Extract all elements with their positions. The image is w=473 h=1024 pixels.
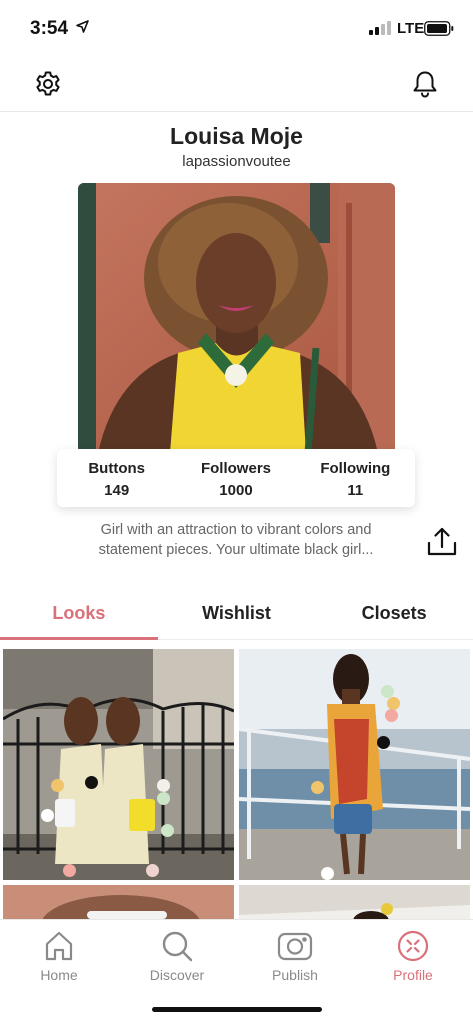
tag-dot[interactable] <box>146 864 159 877</box>
tag-dot[interactable] <box>161 824 174 837</box>
looks-grid <box>0 646 473 921</box>
profile-name: Louisa Moje <box>170 123 303 149</box>
share-icon <box>427 527 457 556</box>
tag-dot[interactable] <box>311 781 324 794</box>
tag-dot[interactable] <box>51 779 64 792</box>
nav-label: Publish <box>272 967 318 983</box>
tag-dot[interactable] <box>85 776 98 789</box>
nav-profile[interactable]: Profile <box>373 928 453 983</box>
look-tile[interactable] <box>3 649 234 880</box>
tag-dot[interactable] <box>157 792 170 805</box>
tag-dot[interactable] <box>321 867 334 880</box>
tag-dot[interactable] <box>41 809 54 822</box>
network-label: LTE <box>397 20 425 37</box>
nav-label: Profile <box>393 967 433 983</box>
tab-closets[interactable]: Closets <box>315 588 473 639</box>
stats-card: Buttons 149 Followers 1000 Following 11 <box>57 449 415 507</box>
tab-wishlist[interactable]: Wishlist <box>158 588 316 639</box>
profile-bio: Girl with an attraction to vibrant color… <box>98 522 374 558</box>
profile-tabs: Looks Wishlist Closets <box>0 588 473 640</box>
profile-icon <box>397 930 429 962</box>
status-bar: 3:54 LTE <box>0 0 473 56</box>
look-tile[interactable] <box>3 885 234 921</box>
notifications-button[interactable] <box>410 69 440 99</box>
stat-label: Followers <box>200 460 271 477</box>
nav-home[interactable]: Home <box>19 928 99 983</box>
stat-followers[interactable]: Followers 1000 <box>176 449 295 507</box>
look-tile[interactable] <box>239 649 470 880</box>
stat-label: Buttons <box>88 460 145 477</box>
location-arrow-icon <box>76 20 89 33</box>
tag-dot[interactable] <box>157 779 170 792</box>
bell-icon <box>413 71 437 98</box>
tag-dot[interactable] <box>387 697 400 710</box>
stat-buttons[interactable]: Buttons 149 <box>57 449 176 507</box>
nav-publish[interactable]: Publish <box>255 928 335 983</box>
profile-photo <box>78 183 395 453</box>
tab-looks[interactable]: Looks <box>0 588 158 640</box>
stat-value: 149 <box>104 482 130 499</box>
stat-value: 11 <box>347 482 364 499</box>
top-nav <box>0 60 473 112</box>
tag-dot[interactable] <box>63 864 76 877</box>
nav-label: Home <box>40 967 78 983</box>
signal-icon <box>369 21 391 35</box>
profile-handle: lapassionvoutee <box>182 153 291 170</box>
share-button[interactable] <box>425 525 459 559</box>
stat-following[interactable]: Following 11 <box>296 449 415 507</box>
status-time: 3:54 <box>30 18 69 39</box>
camera-icon <box>277 932 313 961</box>
stat-value: 1000 <box>219 482 253 499</box>
look-tile[interactable] <box>239 885 470 921</box>
tag-dot[interactable] <box>385 709 398 722</box>
nav-label: Discover <box>149 967 205 983</box>
battery-icon <box>424 21 454 36</box>
search-icon <box>162 931 193 962</box>
tag-dot[interactable] <box>377 736 390 749</box>
settings-icon <box>36 71 60 96</box>
home-indicator <box>152 1007 322 1012</box>
nav-discover[interactable]: Discover <box>137 928 217 983</box>
home-icon <box>45 931 73 961</box>
stat-label: Following <box>320 460 391 477</box>
settings-button[interactable] <box>33 69 63 99</box>
